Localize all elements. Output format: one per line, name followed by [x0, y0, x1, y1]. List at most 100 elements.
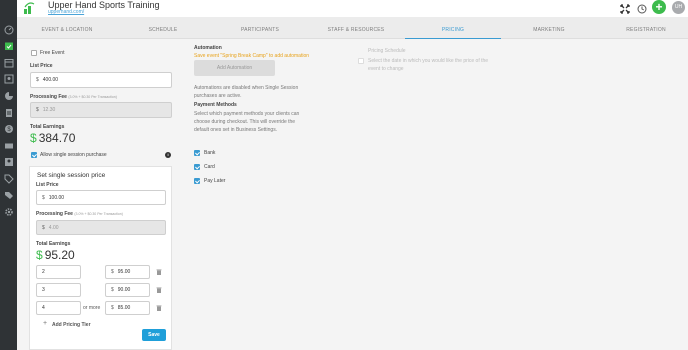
- pricing-schedule-description: Select the date in which you would like …: [368, 58, 489, 72]
- ticket-icon[interactable]: [3, 140, 14, 151]
- tier-quantity: 2: [42, 269, 45, 275]
- delete-tier-icon[interactable]: [156, 305, 162, 311]
- expand-icon[interactable]: [619, 3, 630, 14]
- allow-single-session-checkbox[interactable]: [31, 152, 37, 158]
- pricing-schedule-checkbox[interactable]: [358, 58, 364, 64]
- processing-fee-input: $ 12.30: [30, 102, 172, 118]
- payment-pay-later-checkbox[interactable]: [194, 178, 200, 184]
- pricing-schedule-title: Pricing Schedule: [368, 48, 406, 54]
- allow-single-session-label: Allow single session purchase: [40, 152, 107, 158]
- sidebar: $: [0, 0, 17, 350]
- dollar-icon[interactable]: $: [3, 123, 14, 134]
- payment-card-checkbox[interactable]: [194, 164, 200, 170]
- ss-processing-fee-label: Processing Fee (3.0% + $0.30 Per Transac…: [36, 211, 123, 217]
- currency-symbol: $: [111, 287, 114, 293]
- delete-tier-icon[interactable]: [156, 287, 162, 293]
- automation-disabled-note: Automations are disabled when Single Ses…: [194, 85, 299, 99]
- tab-registration[interactable]: REGISTRATION: [598, 17, 688, 39]
- currency-symbol: $: [30, 131, 37, 145]
- tier-price: 90.00: [117, 287, 131, 293]
- ss-total-earnings: $95.20: [36, 248, 75, 262]
- ss-list-price-value: 100.00: [48, 194, 65, 201]
- add-pricing-tier-button[interactable]: Add Pricing Tier: [52, 322, 91, 328]
- tab-staff-resources[interactable]: STAFF & RESOURCES: [308, 17, 404, 39]
- add-icon[interactable]: +: [43, 320, 47, 327]
- tab-participants[interactable]: PARTICIPANTS: [212, 17, 308, 39]
- business-url-link[interactable]: upperhand.com/: [48, 9, 84, 15]
- ss-list-price-label: List Price: [36, 182, 59, 188]
- tier-price: 95.00: [117, 269, 131, 275]
- tier-price-input[interactable]: $ 95.00: [105, 265, 150, 279]
- automation-warning: Save event "Spring Break Camp" to add au…: [194, 53, 310, 59]
- processing-fee-title: Processing Fee: [30, 94, 67, 100]
- add-automation-button[interactable]: Add Automation: [194, 60, 275, 76]
- document-icon[interactable]: [3, 107, 14, 118]
- total-earnings-value: 384.70: [38, 131, 76, 145]
- save-button[interactable]: Save: [142, 329, 166, 341]
- payment-card-label: Card: [204, 164, 215, 170]
- list-price-label: List Price: [30, 63, 53, 69]
- tags-icon[interactable]: [3, 189, 14, 200]
- payment-bank-checkbox[interactable]: [194, 150, 200, 156]
- tier-quantity: 4: [42, 305, 45, 311]
- ss-list-price-input[interactable]: $ 100.00: [36, 190, 166, 205]
- ss-processing-fee-input: $ 4.00: [36, 220, 166, 235]
- top-header: Upper Hand Sports Training upperhand.com…: [17, 0, 688, 17]
- payment-methods-description: Select which payment methods your client…: [194, 111, 300, 133]
- list-price-input[interactable]: $ 400.00: [30, 72, 172, 88]
- free-event-label: Free Event: [40, 50, 65, 56]
- payment-bank-label: Bank: [204, 150, 216, 156]
- tab-pricing[interactable]: PRICING: [405, 17, 501, 39]
- clock-icon[interactable]: [636, 3, 647, 14]
- tab-marketing[interactable]: MARKETING: [501, 17, 597, 39]
- brand-logo-icon[interactable]: [23, 2, 35, 15]
- processing-fee-label: Processing Fee (3.0% + $0.30 Per Transac…: [30, 94, 117, 100]
- calendar-icon[interactable]: [3, 57, 14, 68]
- info-icon[interactable]: i: [165, 152, 171, 158]
- currency-symbol: $: [42, 224, 45, 231]
- tab-event-location[interactable]: EVENT & LOCATION: [19, 17, 115, 39]
- tier-price-input[interactable]: $ 90.00: [105, 283, 150, 297]
- contacts-icon[interactable]: [3, 73, 14, 84]
- currency-symbol: $: [36, 248, 43, 262]
- create-plus-button[interactable]: +: [652, 0, 666, 14]
- single-session-panel: Set single session price List Price $ 10…: [29, 166, 172, 350]
- currency-symbol: $: [36, 77, 39, 83]
- free-event-checkbox[interactable]: [31, 50, 37, 56]
- total-earnings-label: Total Earnings: [30, 124, 65, 130]
- avatar[interactable]: UH: [672, 1, 685, 14]
- tier-quantity-input[interactable]: 4: [36, 301, 81, 315]
- processing-fee-note: (3.0% + $0.30 Per Transaction): [68, 95, 117, 99]
- tab-bar: EVENT & LOCATION SCHEDULE PARTICIPANTS S…: [17, 17, 688, 39]
- ss-processing-fee-note: (3.0% + $0.30 Per Transaction): [74, 212, 123, 216]
- processing-fee-value: 12.30: [42, 107, 56, 113]
- dashboard-icon[interactable]: [3, 24, 14, 35]
- delete-tier-icon[interactable]: [156, 269, 162, 275]
- tier-quantity-input[interactable]: 2: [36, 265, 81, 279]
- tier-price: 85.00: [117, 305, 131, 311]
- tab-schedule[interactable]: SCHEDULE: [115, 17, 211, 39]
- settings-icon[interactable]: [3, 206, 14, 217]
- payment-methods-title: Payment Methods: [194, 102, 237, 108]
- currency-symbol: $: [42, 194, 45, 201]
- list-price-value: 400.00: [42, 77, 59, 83]
- calendar-check-icon[interactable]: [3, 40, 14, 51]
- tier-quantity: 3: [42, 287, 45, 293]
- total-earnings: $384.70: [30, 131, 75, 145]
- ss-total-earnings-value: 95.20: [44, 248, 75, 262]
- currency-symbol: $: [111, 269, 114, 275]
- currency-symbol: $: [36, 107, 39, 113]
- ss-processing-fee-value: 4.00: [48, 224, 59, 231]
- chart-icon[interactable]: [3, 90, 14, 101]
- ss-processing-fee-title: Processing Fee: [36, 211, 73, 217]
- app-root: $ Upper Hand Sports Training upperhand.c…: [0, 0, 688, 350]
- currency-symbol: $: [111, 305, 114, 311]
- tier-price-input[interactable]: $ 85.00: [105, 301, 150, 315]
- tag-icon[interactable]: [3, 173, 14, 184]
- automation-title: Automation: [194, 45, 222, 51]
- payment-pay-later-label: Pay Later: [204, 178, 226, 184]
- id-card-icon[interactable]: [3, 156, 14, 167]
- or-more-label: or more: [83, 305, 101, 311]
- single-session-title: Set single session price: [37, 172, 106, 179]
- tier-quantity-input[interactable]: 3: [36, 283, 81, 297]
